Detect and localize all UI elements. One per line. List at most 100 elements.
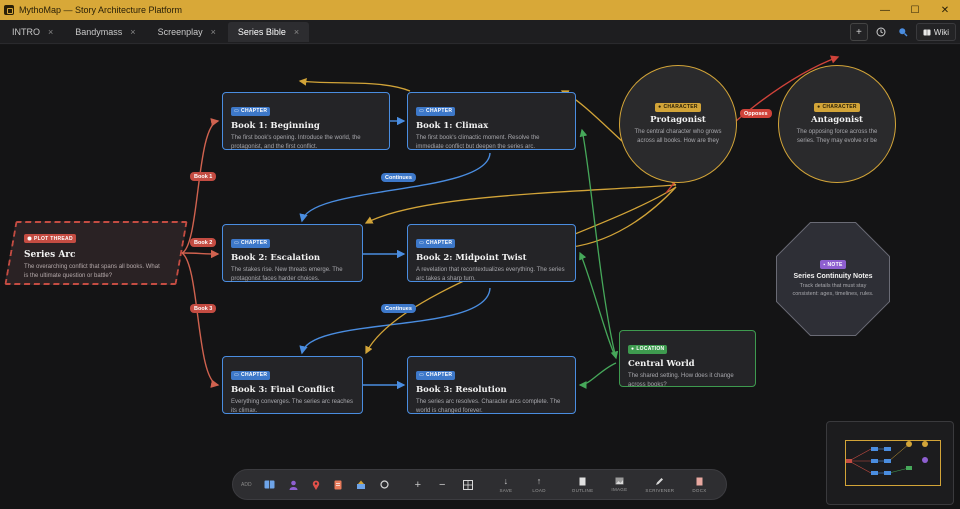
badge-label: CHAPTER [426, 372, 453, 378]
pin-icon [312, 480, 319, 490]
chapter-badge: ▭ CHAPTER [416, 238, 456, 248]
badge-label: NOTE [827, 261, 843, 268]
badge-label: PLOT THREAD [34, 235, 73, 242]
chapter-node-b2-midpoint[interactable]: ▭ CHAPTER Book 2: Midpoint Twist A revela… [407, 224, 576, 282]
tab-screenplay[interactable]: Screenplay × [148, 22, 226, 42]
node-title: Central World [628, 359, 695, 369]
tab-close-icon[interactable]: × [130, 27, 135, 37]
save-button[interactable]: ↓ SAVE [499, 476, 512, 493]
tab-label: Series Bible [237, 26, 286, 37]
character-node-antagonist[interactable]: ● CHARACTER Antagonist The opposing force… [778, 65, 896, 183]
edge-loc-midpoint [579, 251, 617, 359]
book-icon: ▭ [419, 108, 425, 114]
new-tab-button[interactable]: + [849, 23, 868, 41]
tab-label: Screenplay [157, 26, 203, 37]
node-description: The shared setting. How does it change a… [628, 373, 734, 388]
location-node-central-world[interactable]: ● LOCATION Central World The shared setti… [619, 330, 756, 388]
edge-label-opposes[interactable]: Opposes [740, 109, 772, 118]
node-title: Series Arc [24, 250, 76, 260]
pen-icon [656, 477, 664, 485]
chapter-node-b3-resolution[interactable]: ▭ CHAPTER Book 3: Resolution The series a… [407, 356, 576, 414]
character-node-protagonist[interactable]: ● CHARACTER Protagonist The central chara… [619, 65, 737, 183]
node-title: Antagonist [811, 114, 863, 125]
book-icon: ▭ [234, 372, 240, 378]
node-description: The first book's climactic moment. Resol… [416, 135, 540, 150]
story-canvas[interactable]: Book 1 Book 2 Book 3 Continues Continues… [0, 45, 960, 509]
tab-bandymass[interactable]: Bandymass × [65, 22, 145, 42]
add-circle-button[interactable] [379, 480, 389, 489]
book-icon [264, 480, 275, 489]
edge-b1-continues [299, 152, 491, 223]
tab-actions: + Wiki [849, 23, 956, 41]
edge-label-continues[interactable]: Continues [381, 304, 416, 313]
maximize-button[interactable]: ☐ [900, 0, 930, 20]
person-icon: ● [658, 104, 662, 110]
app-logo-icon [4, 5, 14, 15]
add-plot-thread-button[interactable] [356, 480, 366, 490]
edge-label-book1[interactable]: Book 1 [190, 172, 217, 181]
close-window-button[interactable]: ✕ [930, 0, 960, 20]
node-description: The stakes rise. New threats emerge. The… [231, 267, 343, 282]
edge-label-continues[interactable]: Continues [381, 173, 416, 182]
export-docx-button[interactable]: DOCX [692, 477, 706, 493]
badge-label: CHAPTER [426, 240, 453, 246]
node-title: Book 1: Climax [416, 121, 489, 131]
node-title: Book 3: Final Conflict [231, 385, 335, 395]
zoom-out-button[interactable]: − [439, 479, 445, 491]
edge-label-book3[interactable]: Book 3 [190, 304, 217, 313]
upload-icon: ↑ [536, 476, 542, 486]
node-description: A revelation that recontextualizes every… [416, 267, 565, 282]
export-scrivener-button[interactable]: SCRIVENER [645, 477, 674, 493]
add-note-button[interactable] [334, 480, 342, 490]
tab-series-bible[interactable]: Series Bible × [227, 21, 310, 42]
character-badge: ● CHARACTER [655, 102, 701, 112]
tab-intro[interactable]: INTRO × [2, 22, 63, 42]
search-button[interactable] [894, 23, 912, 41]
plot-thread-node[interactable]: PLOT THREAD Series Arc The overarching c… [24, 228, 164, 281]
image-icon [615, 477, 624, 485]
add-label: ADD [241, 481, 252, 488]
badge-label: CHAPTER [241, 240, 268, 246]
export-outline-button[interactable]: OUTLINE [572, 477, 594, 493]
chapter-node-b3-final[interactable]: ▭ CHAPTER Book 3: Final Conflict Everythi… [222, 356, 363, 414]
minimap-viewport[interactable] [845, 440, 941, 486]
badge-label: CHAPTER [426, 108, 453, 114]
bottom-toolbar: ADD + − ↓ SAVE ↑ LOAD OUTLINE IMAGE SCRI… [232, 469, 727, 500]
edge-book3 [181, 252, 220, 388]
minimap[interactable] [826, 421, 954, 505]
load-button[interactable]: ↑ LOAD [532, 476, 545, 493]
wiki-button[interactable]: Wiki [915, 23, 956, 41]
book-icon: ▭ [234, 108, 240, 114]
tab-close-icon[interactable]: × [48, 27, 53, 37]
history-icon [876, 27, 886, 37]
node-description: Everything converges. The series arc rea… [231, 399, 353, 414]
chapter-badge: ▭ CHAPTER [416, 106, 456, 116]
chapter-badge: ▭ CHAPTER [416, 370, 456, 380]
minimize-button[interactable]: — [870, 0, 900, 20]
download-icon: ↓ [503, 476, 509, 486]
edge-b1-climax-gold [298, 77, 411, 92]
person-icon: ● [817, 104, 821, 110]
character-badge: ● CHARACTER [814, 102, 860, 112]
edge-label-book2[interactable]: Book 2 [190, 238, 217, 247]
zoom-in-button[interactable]: + [415, 479, 421, 491]
grid-icon [463, 479, 474, 490]
plot-thread-icon [356, 480, 365, 489]
book-icon: ▭ [419, 240, 425, 246]
chapter-badge: ▭ CHAPTER [231, 238, 271, 248]
chapter-node-b2-escalation[interactable]: ▭ CHAPTER Book 2: Escalation The stakes r… [222, 224, 363, 282]
location-badge: ● LOCATION [628, 344, 668, 354]
add-chapter-button[interactable] [264, 480, 275, 489]
document-icon [579, 477, 586, 485]
history-button[interactable] [872, 23, 890, 41]
plot-icon [27, 236, 32, 241]
add-location-button[interactable] [312, 480, 320, 490]
chapter-node-b1-beginning[interactable]: ▭ CHAPTER Book 1: Beginning The first boo… [222, 92, 390, 150]
wiki-label: Wiki [933, 27, 949, 37]
tab-close-icon[interactable]: × [211, 27, 216, 37]
fit-view-button[interactable] [463, 479, 474, 490]
add-character-button[interactable] [289, 480, 298, 490]
chapter-node-b1-climax[interactable]: ▭ CHAPTER Book 1: Climax The first book's… [407, 92, 576, 150]
tab-close-icon[interactable]: × [294, 27, 299, 37]
export-image-button[interactable]: IMAGE [611, 477, 627, 492]
